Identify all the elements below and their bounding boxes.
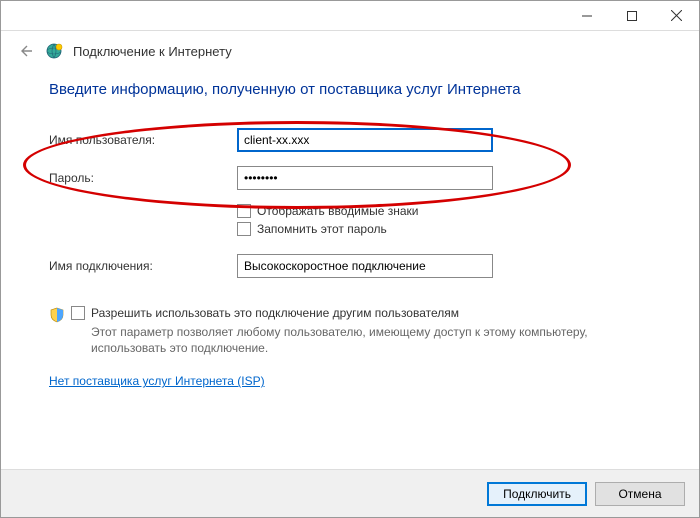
connection-name-row: Имя подключения: bbox=[49, 254, 651, 278]
shield-icon bbox=[49, 307, 65, 323]
back-button[interactable] bbox=[15, 41, 35, 61]
titlebar bbox=[1, 1, 699, 31]
dialog-footer: Подключить Отмена bbox=[1, 469, 699, 517]
show-chars-label: Отображать вводимые знаки bbox=[257, 204, 418, 218]
allow-others-label: Разрешить использовать это подключение д… bbox=[91, 306, 459, 320]
password-input[interactable] bbox=[237, 166, 493, 190]
remember-checkbox[interactable] bbox=[237, 222, 251, 236]
connect-button[interactable]: Подключить bbox=[487, 482, 587, 506]
globe-icon bbox=[45, 42, 63, 60]
password-row: Пароль: bbox=[49, 166, 651, 190]
allow-others-section: Разрешить использовать это подключение д… bbox=[49, 306, 651, 356]
password-label: Пароль: bbox=[49, 171, 237, 185]
username-label: Имя пользователя: bbox=[49, 133, 237, 147]
minimize-icon bbox=[582, 11, 592, 21]
remember-label: Запомнить этот пароль bbox=[257, 222, 387, 236]
dialog-title: Подключение к Интернету bbox=[73, 44, 232, 59]
minimize-button[interactable] bbox=[564, 2, 609, 30]
close-button[interactable] bbox=[654, 2, 699, 30]
maximize-icon bbox=[627, 11, 637, 21]
close-icon bbox=[671, 10, 682, 21]
show-chars-row: Отображать вводимые знаки bbox=[237, 204, 651, 218]
allow-others-checkbox[interactable] bbox=[71, 306, 85, 320]
dialog-window: Подключение к Интернету Введите информац… bbox=[0, 0, 700, 518]
cancel-button[interactable]: Отмена bbox=[595, 482, 685, 506]
username-row: Имя пользователя: bbox=[49, 128, 651, 152]
page-heading: Введите информацию, полученную от постав… bbox=[49, 81, 651, 98]
remember-row: Запомнить этот пароль bbox=[237, 222, 651, 236]
maximize-button[interactable] bbox=[609, 2, 654, 30]
dialog-header: Подключение к Интернету bbox=[1, 31, 699, 69]
connection-name-input[interactable] bbox=[237, 254, 493, 278]
content-area: Введите информацию, полученную от постав… bbox=[1, 69, 699, 469]
allow-others-text: Разрешить использовать это подключение д… bbox=[71, 306, 651, 356]
connection-name-label: Имя подключения: bbox=[49, 259, 237, 273]
back-arrow-icon bbox=[17, 43, 33, 59]
allow-others-description: Этот параметр позволяет любому пользоват… bbox=[91, 324, 651, 356]
username-input[interactable] bbox=[237, 128, 493, 152]
show-chars-checkbox[interactable] bbox=[237, 204, 251, 218]
no-isp-link[interactable]: Нет поставщика услуг Интернета (ISP) bbox=[49, 374, 265, 388]
